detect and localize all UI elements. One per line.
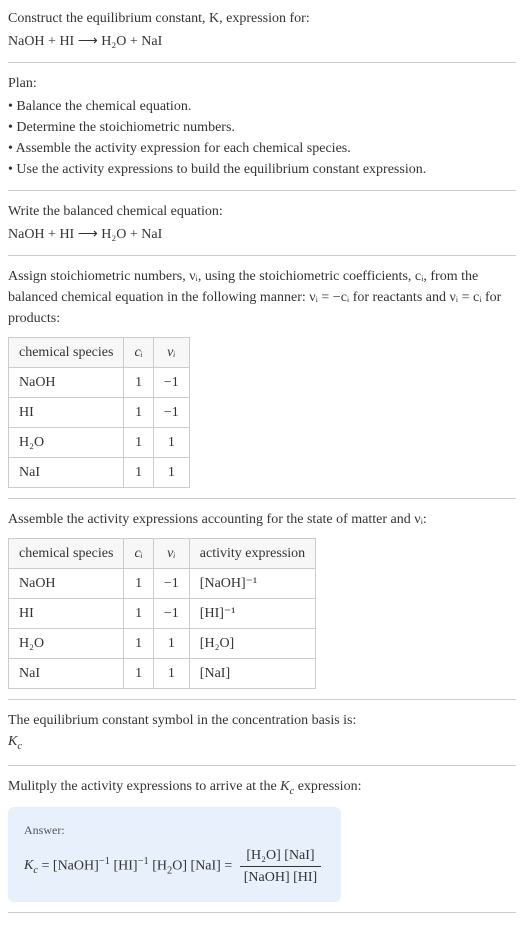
cell-ci: 1 bbox=[124, 569, 153, 599]
table-header-row: chemical species cᵢ νᵢ activity expressi… bbox=[9, 539, 316, 569]
table-row: HI 1 −1 [HI]⁻¹ bbox=[9, 599, 316, 629]
kc-symbol: Kc bbox=[8, 734, 22, 749]
cell-vi: 1 bbox=[153, 629, 189, 659]
th-ci: cᵢ bbox=[124, 338, 153, 368]
cell-vi: 1 bbox=[153, 458, 189, 488]
cell-vi: −1 bbox=[153, 368, 189, 398]
table-row: NaI 1 1 bbox=[9, 458, 190, 488]
cell-activity: [NaOH]⁻¹ bbox=[189, 569, 315, 599]
cell-species: NaI bbox=[9, 458, 124, 488]
plan-section: Plan: • Balance the chemical equation. •… bbox=[8, 63, 516, 191]
plan-item: • Balance the chemical equation. bbox=[8, 96, 516, 117]
balance-equation: NaOH + HI ⟶ H₂O + NaI bbox=[8, 224, 516, 245]
stoich-section: Assign stoichiometric numbers, νᵢ, using… bbox=[8, 256, 516, 499]
table-row: HI 1 −1 bbox=[9, 398, 190, 428]
cell-species: NaOH bbox=[9, 569, 124, 599]
cell-ci: 1 bbox=[124, 458, 153, 488]
plan-title: Plan: bbox=[8, 73, 516, 94]
activity-title: Assemble the activity expressions accoun… bbox=[8, 509, 516, 530]
table-row: NaOH 1 −1 bbox=[9, 368, 190, 398]
symbol-title: The equilibrium constant symbol in the c… bbox=[8, 710, 516, 731]
cell-species: NaOH bbox=[9, 368, 124, 398]
intro-section: Construct the equilibrium constant, K, e… bbox=[8, 8, 516, 63]
intro-prompt: Construct the equilibrium constant, K, e… bbox=[8, 8, 516, 29]
activity-section: Assemble the activity expressions accoun… bbox=[8, 499, 516, 700]
answer-fraction: [H₂O] [NaI] [NaOH] [HI] bbox=[240, 845, 321, 888]
cell-vi: 1 bbox=[153, 659, 189, 689]
answer-box: Answer: Kc = [NaOH]−1 [HI]−1 [H2O] [NaI]… bbox=[8, 807, 341, 902]
activity-table: chemical species cᵢ νᵢ activity expressi… bbox=[8, 538, 316, 689]
th-species: chemical species bbox=[9, 539, 124, 569]
table-row: NaI 1 1 [NaI] bbox=[9, 659, 316, 689]
cell-ci: 1 bbox=[124, 368, 153, 398]
intro-equation: NaOH + HI ⟶ H₂O + NaI bbox=[8, 31, 516, 52]
plan-item: • Determine the stoichiometric numbers. bbox=[8, 117, 516, 138]
answer-denominator: [NaOH] [HI] bbox=[240, 867, 321, 888]
cell-ci: 1 bbox=[124, 398, 153, 428]
cell-ci: 1 bbox=[124, 629, 153, 659]
kc-inline: Kc bbox=[280, 779, 294, 794]
cell-species: H₂O bbox=[9, 428, 124, 458]
cell-activity: [HI]⁻¹ bbox=[189, 599, 315, 629]
table-row: NaOH 1 −1 [NaOH]⁻¹ bbox=[9, 569, 316, 599]
stoich-intro: Assign stoichiometric numbers, νᵢ, using… bbox=[8, 266, 516, 329]
cell-species: H₂O bbox=[9, 629, 124, 659]
kc-lhs-symbol: Kc bbox=[24, 855, 38, 879]
cell-vi: −1 bbox=[153, 599, 189, 629]
multiply-title: Mulitply the activity expressions to arr… bbox=[8, 776, 516, 800]
cell-activity: [H₂O] bbox=[189, 629, 315, 659]
cell-vi: −1 bbox=[153, 398, 189, 428]
multiply-text-b: expression: bbox=[294, 779, 361, 794]
cell-species: NaI bbox=[9, 659, 124, 689]
answer-lhs: = [NaOH]−1 [HI]−1 [H2O] [NaI] = bbox=[38, 854, 236, 879]
th-ci: cᵢ bbox=[124, 539, 153, 569]
cell-species: HI bbox=[9, 398, 124, 428]
stoich-table: chemical species cᵢ νᵢ NaOH 1 −1 HI 1 −1… bbox=[8, 337, 190, 488]
plan-item: • Use the activity expressions to build … bbox=[8, 159, 516, 180]
cell-species: HI bbox=[9, 599, 124, 629]
cell-activity: [NaI] bbox=[189, 659, 315, 689]
th-vi: νᵢ bbox=[153, 539, 189, 569]
multiply-section: Mulitply the activity expressions to arr… bbox=[8, 766, 516, 914]
cell-ci: 1 bbox=[124, 659, 153, 689]
symbol-value: Kc bbox=[8, 731, 516, 755]
cell-vi: −1 bbox=[153, 569, 189, 599]
plan-list: • Balance the chemical equation. • Deter… bbox=[8, 96, 516, 180]
answer-expression: Kc = [NaOH]−1 [HI]−1 [H2O] [NaI] = [H₂O]… bbox=[24, 845, 325, 888]
balance-section: Write the balanced chemical equation: Na… bbox=[8, 191, 516, 256]
th-species: chemical species bbox=[9, 338, 124, 368]
answer-label: Answer: bbox=[24, 821, 325, 839]
plan-item: • Assemble the activity expression for e… bbox=[8, 138, 516, 159]
table-header-row: chemical species cᵢ νᵢ bbox=[9, 338, 190, 368]
cell-vi: 1 bbox=[153, 428, 189, 458]
table-row: H₂O 1 1 [H₂O] bbox=[9, 629, 316, 659]
th-vi: νᵢ bbox=[153, 338, 189, 368]
balance-title: Write the balanced chemical equation: bbox=[8, 201, 516, 222]
symbol-section: The equilibrium constant symbol in the c… bbox=[8, 700, 516, 766]
cell-ci: 1 bbox=[124, 599, 153, 629]
th-activity: activity expression bbox=[189, 539, 315, 569]
table-row: H₂O 1 1 bbox=[9, 428, 190, 458]
cell-ci: 1 bbox=[124, 428, 153, 458]
answer-numerator: [H₂O] [NaI] bbox=[240, 845, 321, 867]
multiply-text-a: Mulitply the activity expressions to arr… bbox=[8, 779, 280, 794]
